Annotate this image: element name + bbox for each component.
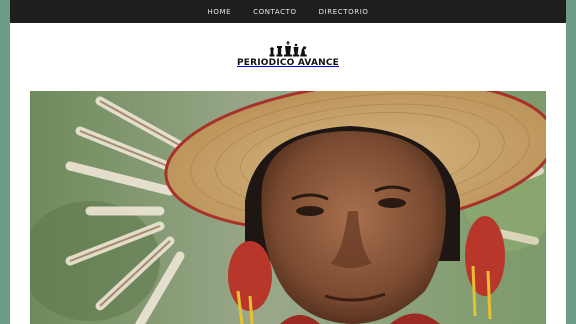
chess-pieces-icon	[269, 41, 307, 57]
hero-image[interactable]	[30, 91, 546, 324]
portrait-photo	[30, 91, 546, 324]
top-navigation: HOME CONTACTO DIRECTORIO	[10, 0, 566, 23]
page-container: PERIODICO AVANCE	[10, 23, 566, 324]
site-logo-text: PERIODICO AVANCE	[236, 58, 340, 68]
nav-home-link[interactable]: HOME	[207, 8, 231, 16]
site-logo[interactable]: PERIODICO AVANCE	[10, 41, 566, 75]
nav-directorio-link[interactable]: DIRECTORIO	[319, 8, 369, 16]
nav-contacto-link[interactable]: CONTACTO	[253, 8, 297, 16]
